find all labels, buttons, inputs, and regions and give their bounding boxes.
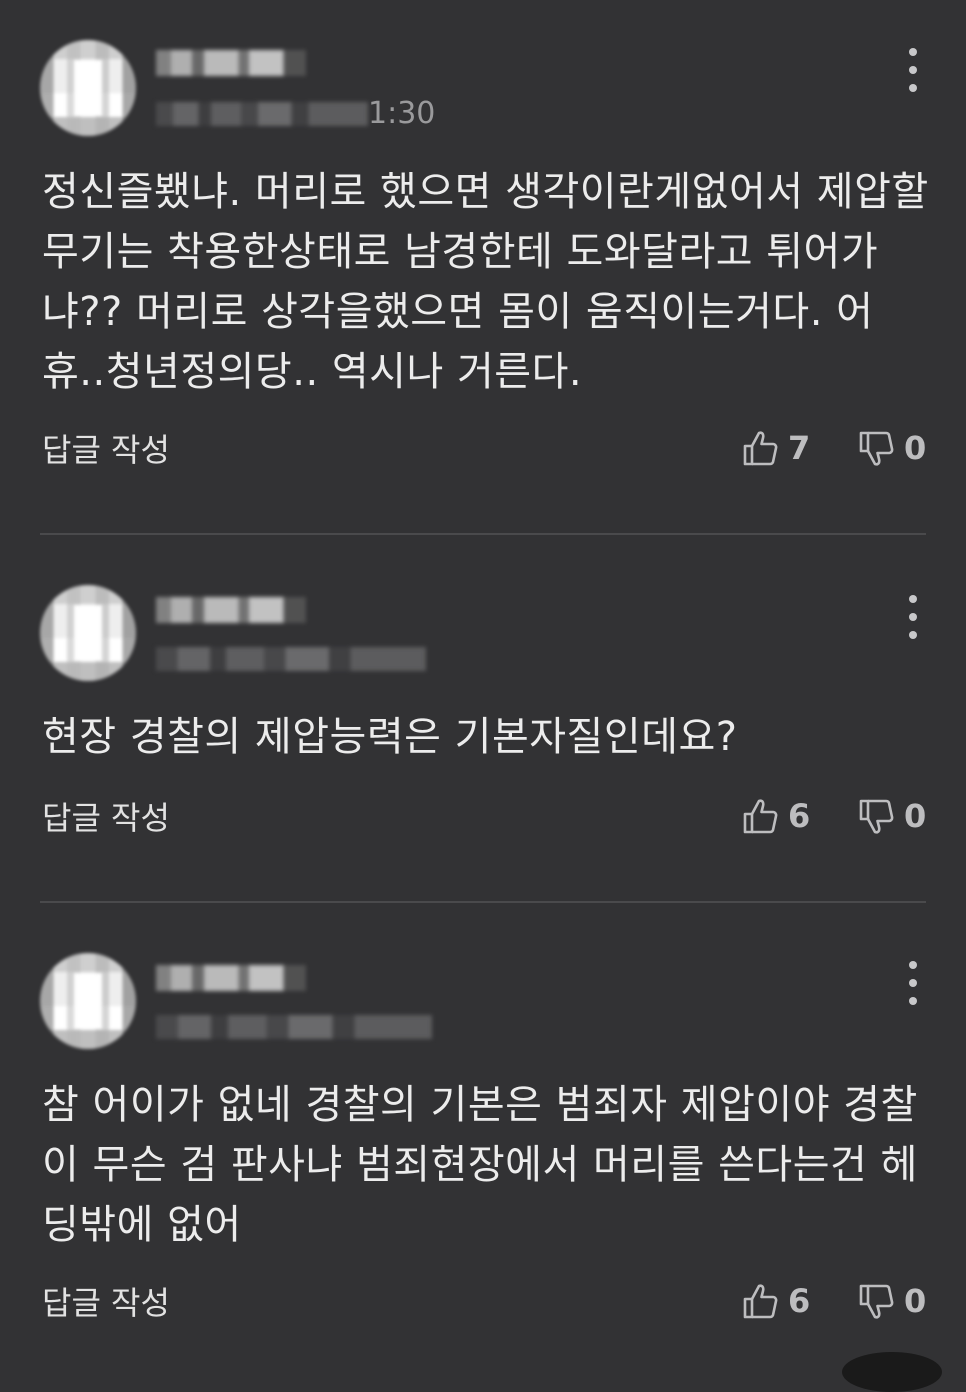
floating-button-edge[interactable]	[842, 1352, 942, 1392]
comment-text: 정신즐뵀냐. 머리로 했으면 생각이란게없어서 제압할 무기는 착용한상태로 남…	[42, 169, 929, 395]
like-button[interactable]: 7	[742, 428, 810, 468]
timestamp-blurred	[156, 647, 426, 671]
username-blurred[interactable]	[156, 597, 306, 623]
comment-text: 현장 경찰의 제압능력은 기본자질인데요?	[42, 714, 738, 760]
username-blurred[interactable]	[156, 965, 306, 991]
comment-text: 참 어이가 없네 경찰의 기본은 범죄자 제압이야 경찰이 무슨 검 판사냐 범…	[42, 1082, 918, 1248]
more-vertical-icon[interactable]	[898, 595, 928, 639]
thumbs-down-icon	[858, 428, 894, 468]
avatar[interactable]	[40, 585, 136, 681]
more-vertical-icon[interactable]	[898, 48, 928, 92]
thumbs-down-icon	[858, 796, 894, 836]
thumbs-down-icon	[858, 1281, 894, 1321]
dislike-button[interactable]: 0	[858, 1281, 926, 1321]
like-count: 6	[788, 1282, 811, 1320]
more-vertical-icon[interactable]	[898, 961, 928, 1005]
dislike-button[interactable]: 0	[858, 796, 926, 836]
avatar[interactable]	[40, 40, 136, 136]
timestamp-blurred	[156, 1015, 432, 1039]
reply-button[interactable]: 답글 작성	[42, 798, 170, 838]
comment-item: 참 어이가 없네 경찰의 기본은 범죄자 제압이야 경찰이 무슨 검 판사냐 범…	[0, 903, 966, 1366]
dislike-count: 0	[904, 429, 927, 467]
thumbs-up-icon	[742, 1282, 778, 1320]
username-blurred[interactable]	[156, 50, 306, 76]
like-button[interactable]: 6	[742, 796, 810, 836]
dislike-count: 0	[904, 1282, 927, 1320]
comment-item: 1:30 정신즐뵀냐. 머리로 했으면 생각이란게없어서 제압할 무기는 착용한…	[0, 0, 966, 534]
comment-item: 현장 경찰의 제압능력은 기본자질인데요? 답글 작성 6 0	[0, 535, 966, 901]
timestamp-text: 1:30	[368, 96, 436, 131]
reply-button[interactable]: 답글 작성	[42, 1283, 170, 1323]
thumbs-up-icon	[742, 429, 778, 467]
avatar[interactable]	[40, 953, 136, 1049]
like-count: 7	[788, 429, 811, 467]
dislike-button[interactable]: 0	[858, 428, 926, 468]
thumbs-up-icon	[742, 797, 778, 835]
reply-button[interactable]: 답글 작성	[42, 430, 170, 470]
like-count: 6	[788, 797, 811, 835]
dislike-count: 0	[904, 797, 927, 835]
like-button[interactable]: 6	[742, 1281, 810, 1321]
timestamp-blurred	[156, 102, 368, 126]
